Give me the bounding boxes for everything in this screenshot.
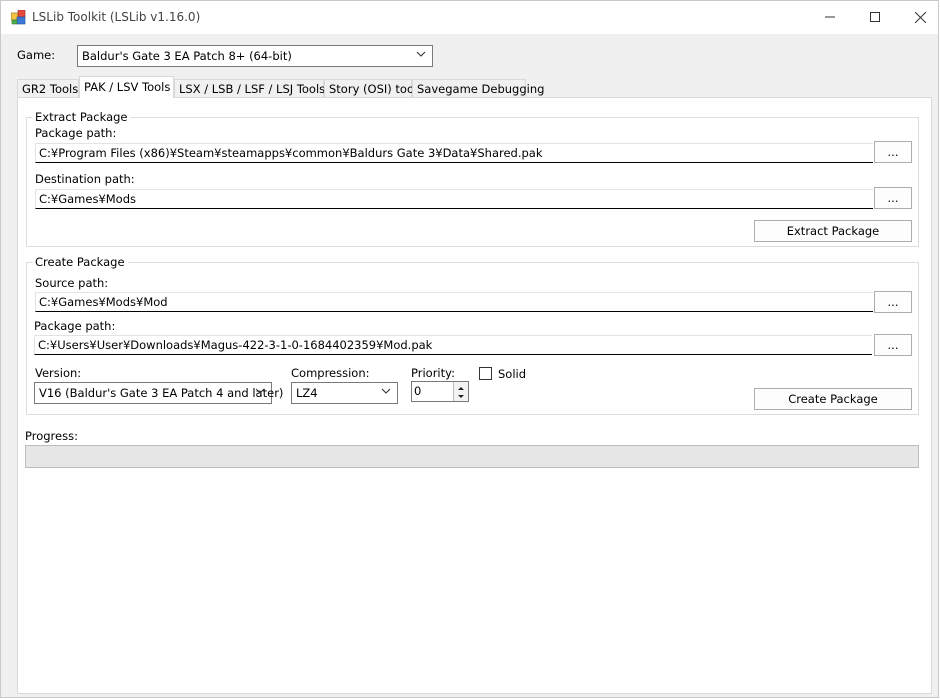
create-package-path-label: Package path:: [34, 319, 116, 333]
compression-label: Compression:: [291, 366, 370, 380]
version-select-value: V16 (Baldur's Gate 3 EA Patch 4 and late…: [39, 386, 284, 400]
minimize-icon: [825, 16, 835, 18]
chevron-down-icon: [416, 51, 426, 57]
destination-path-value: C:¥Games¥Mods: [39, 192, 137, 206]
title-bar[interactable]: LSLib Toolkit (LSLib v1.16.0): [1, 1, 938, 34]
tab-lsx-lsb-lsf-lsj-tools[interactable]: LSX / LSB / LSF / LSJ Tools: [174, 79, 325, 97]
priority-down-button[interactable]: [453, 391, 468, 401]
browse-source-button[interactable]: ...: [874, 291, 912, 313]
game-select[interactable]: Baldur's Gate 3 EA Patch 8+ (64-bit): [77, 45, 433, 67]
solid-label: Solid: [498, 367, 527, 381]
solid-checkbox[interactable]: [479, 367, 492, 380]
create-package-button[interactable]: Create Package: [754, 388, 912, 410]
create-group-title: Create Package: [32, 255, 128, 269]
browse-extract-package-button[interactable]: ...: [874, 141, 912, 163]
minimize-button[interactable]: [807, 1, 853, 33]
tab-savegame-debugging[interactable]: Savegame Debugging: [412, 79, 544, 97]
source-path-input[interactable]: C:¥Games¥Mods¥Mod: [35, 292, 873, 312]
destination-path-input[interactable]: C:¥Games¥Mods: [35, 189, 873, 209]
extract-group-title: Extract Package: [32, 110, 131, 124]
game-select-value: Baldur's Gate 3 EA Patch 8+ (64-bit): [82, 49, 292, 63]
create-package-path-value: C:¥Users¥User¥Downloads¥Magus-422-3-1-0-…: [38, 338, 433, 352]
spin-down-icon: [458, 395, 464, 398]
destination-path-label: Destination path:: [35, 172, 135, 186]
app-icon: [11, 10, 26, 25]
tab-pak-lsv-tools[interactable]: PAK / LSV Tools: [79, 76, 174, 98]
source-path-value: C:¥Games¥Mods¥Mod: [39, 295, 168, 309]
maximize-icon: [870, 12, 880, 22]
extract-package-path-input[interactable]: C:¥Program Files (x86)¥Steam¥steamapps¥c…: [35, 143, 873, 163]
priority-value: 0: [414, 384, 422, 398]
priority-label: Priority:: [411, 366, 455, 380]
tab-gr2-tools[interactable]: GR2 Tools: [17, 79, 79, 97]
close-icon: [914, 11, 926, 23]
extract-package-path-label: Package path:: [35, 126, 117, 140]
source-path-label: Source path:: [35, 276, 109, 290]
browse-create-package-button[interactable]: ...: [874, 334, 912, 356]
tab-story-osi-tools[interactable]: Story (OSI) tools: [324, 79, 423, 97]
application-window: LSLib Toolkit (LSLib v1.16.0) Game: Bald…: [0, 0, 939, 698]
priority-stepper[interactable]: 0: [411, 381, 469, 402]
close-button[interactable]: [897, 1, 940, 33]
chevron-down-icon: [381, 388, 391, 394]
compression-select[interactable]: LZ4: [291, 382, 398, 404]
game-label: Game:: [17, 48, 56, 62]
progress-label: Progress:: [25, 429, 78, 443]
extract-package-button[interactable]: Extract Package: [754, 220, 912, 242]
create-package-path-input[interactable]: C:¥Users¥User¥Downloads¥Magus-422-3-1-0-…: [34, 335, 872, 355]
browse-destination-button[interactable]: ...: [874, 187, 912, 209]
version-select[interactable]: V16 (Baldur's Gate 3 EA Patch 4 and late…: [34, 382, 283, 404]
maximize-button[interactable]: [852, 1, 898, 33]
progress-bar: [25, 445, 919, 468]
window-title: LSLib Toolkit (LSLib v1.16.0): [32, 10, 201, 24]
chevron-down-icon: [255, 388, 265, 394]
compression-select-value: LZ4: [296, 386, 318, 400]
extract-package-path-value: C:¥Program Files (x86)¥Steam¥steamapps¥c…: [39, 146, 543, 160]
version-label: Version:: [35, 366, 82, 380]
